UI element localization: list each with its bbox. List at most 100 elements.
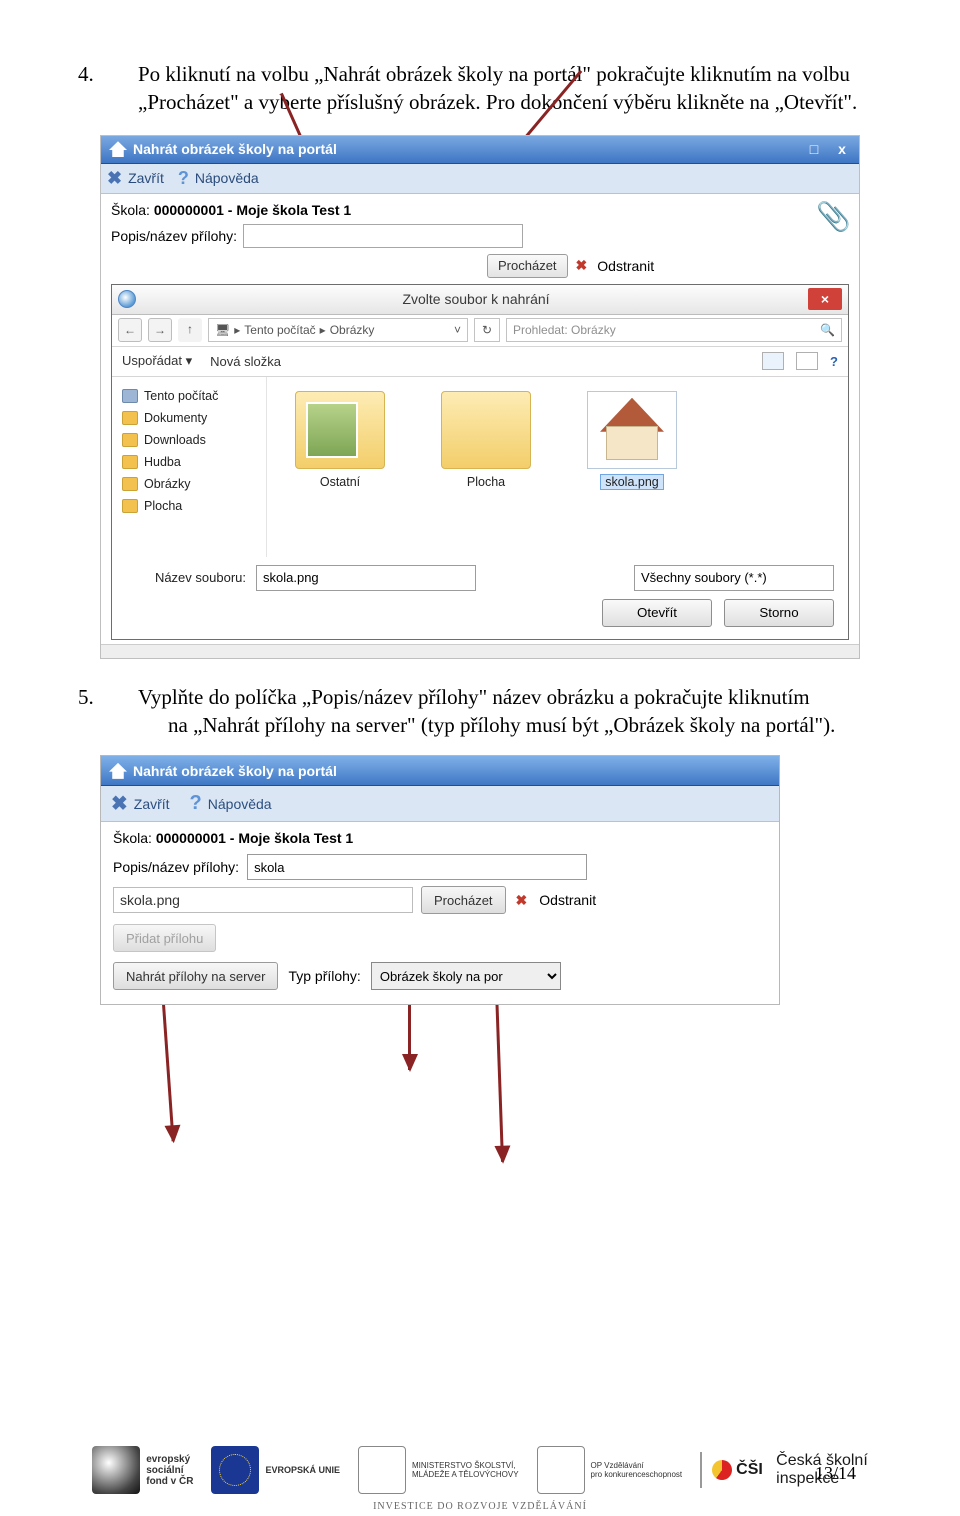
dialog2-toolbar: ✖ Zavřít ? Nápověda	[101, 786, 779, 822]
prochazet-button[interactable]: Procházet	[487, 254, 568, 278]
picker-titlebar: Zvolte soubor k nahrání ×	[112, 285, 848, 315]
close-icon[interactable]: ✖	[107, 168, 122, 189]
file-open-dialog: Zvolte soubor k nahrání × ← → ↑ 🖥▸ Tento…	[111, 284, 849, 640]
folder-icon	[122, 477, 138, 491]
ms-logo: MINISTERSTVO ŠKOLSTVÍ, MLÁDEŽE A TĚLOVÝC…	[358, 1442, 519, 1498]
tree-item[interactable]: Obrázky	[144, 477, 191, 491]
skola-line-2: Škola: 000000001 - Moje škola Test 1	[113, 830, 767, 846]
help-icon[interactable]: ?	[190, 792, 202, 815]
dialog2-title: Nahrát obrázek školy na portál	[133, 763, 337, 779]
step4-text: 4.Po kliknutí na volbu „Nahrát obrázek š…	[100, 60, 860, 117]
remove-icon[interactable]: ✖	[516, 892, 528, 909]
tree-item[interactable]: Downloads	[144, 433, 206, 447]
skola-value: 000000001 - Moje škola Test 1	[154, 202, 351, 218]
napoveda-button[interactable]: Nápověda	[195, 170, 259, 186]
home-icon	[109, 141, 127, 157]
window-close-icon[interactable]: x	[833, 141, 851, 157]
search-icon: 🔍	[820, 323, 835, 337]
open-button[interactable]: Otevřít	[602, 599, 712, 627]
nav-up-button[interactable]: ↑	[178, 318, 202, 342]
add-attachment-button[interactable]: Přidat přílohu	[113, 924, 216, 952]
skola-value: 000000001 - Moje škola Test 1	[156, 830, 353, 846]
skola-label: Škola:	[113, 830, 152, 846]
filename-input[interactable]	[256, 565, 476, 591]
crumb-pc[interactable]: Tento počítač	[244, 323, 315, 337]
tree-item[interactable]: Dokumenty	[144, 411, 207, 425]
remove-icon[interactable]: ✖	[576, 257, 588, 274]
tree-item[interactable]: Plocha	[144, 499, 182, 513]
close-icon[interactable]: ✖	[111, 791, 128, 816]
crumb-folder[interactable]: Obrázky	[330, 323, 375, 337]
step5-num: 5.	[108, 683, 138, 711]
filter-select[interactable]	[634, 565, 834, 591]
tree-item[interactable]: Tento počítač	[144, 389, 218, 403]
popis-label-2: Popis/název přílohy:	[113, 859, 239, 875]
step4-num: 4.	[108, 60, 138, 88]
prochazet-button-2[interactable]: Procházet	[421, 886, 506, 914]
popis-label: Popis/název přílohy:	[111, 228, 237, 244]
nav-back-button[interactable]: ←	[118, 318, 142, 342]
step5-text: 5.Vyplňte do políčka „Popis/název příloh…	[100, 683, 860, 740]
dialog2-titlebar: Nahrát obrázek školy na portál	[101, 756, 779, 786]
dialog-toolbar: ✖ Zavřít ? Nápověda	[101, 164, 859, 194]
screenshot-upload-dialog-2: Nahrát obrázek školy na portál ✖ Zavřít …	[100, 755, 780, 1005]
nav-fwd-button[interactable]: →	[148, 318, 172, 342]
ie-icon	[118, 290, 136, 308]
paperclip-icon: 📎	[816, 200, 851, 233]
step5-body-b: na „Nahrát přílohy na server" (typ přílo…	[168, 713, 835, 737]
skola-line: Škola: 000000001 - Moje škola Test 1	[111, 202, 849, 218]
type-select[interactable]: Obrázek školy na por	[371, 962, 561, 990]
filename-display: skola.png	[113, 887, 413, 913]
step5-body-a: Vyplňte do políčka „Popis/název přílohy"…	[138, 685, 810, 709]
search-placeholder: Prohledat: Obrázky	[513, 323, 616, 337]
picker-title: Zvolte soubor k nahrání	[144, 291, 808, 307]
folder-thumb[interactable]: Ostatní	[285, 391, 395, 489]
folder-icon	[122, 499, 138, 513]
upload-button[interactable]: Nahrát přílohy na server	[113, 962, 278, 990]
preview-pane-icon[interactable]	[796, 352, 818, 370]
odstranit-button[interactable]: Odstranit	[597, 258, 654, 274]
step4-body: Po kliknutí na volbu „Nahrát obrázek ško…	[138, 62, 857, 114]
scrollbar[interactable]	[101, 644, 859, 658]
folder-icon	[122, 411, 138, 425]
skola-label: Škola:	[111, 202, 150, 218]
nova-slozka-button[interactable]: Nová složka	[210, 354, 281, 369]
picker-close-button[interactable]: ×	[808, 288, 842, 310]
picker-file-area[interactable]: Ostatní Plocha skola.png	[267, 377, 848, 557]
pc-icon	[122, 389, 138, 403]
usporadat-menu[interactable]: Uspořádat ▾	[122, 353, 192, 369]
folder-icon	[122, 455, 138, 469]
folder-tree[interactable]: Tento počítač Dokumenty Downloads Hudba …	[112, 377, 267, 557]
op-logo: OP Vzdělávání pro konkurenceschopnost	[537, 1442, 683, 1498]
type-label: Typ přílohy:	[288, 968, 360, 984]
picker-search-input[interactable]: Prohledat: Obrázky 🔍	[506, 318, 842, 342]
refresh-button[interactable]: ↻	[474, 318, 500, 342]
window-maximize-icon[interactable]: □	[805, 141, 823, 157]
cancel-button[interactable]: Storno	[724, 599, 834, 627]
zavrit-button[interactable]: Zavřít	[134, 796, 170, 812]
esf-logo: evropský sociální fond v ČR	[92, 1442, 193, 1498]
filename-label: Název souboru:	[126, 570, 246, 585]
napoveda-button[interactable]: Nápověda	[208, 796, 272, 812]
csi-icon	[712, 1460, 732, 1480]
folder-thumb[interactable]: Plocha	[431, 391, 541, 489]
odstranit-button-2[interactable]: Odstranit	[539, 892, 596, 908]
file-thumb-selected[interactable]: skola.png	[577, 391, 687, 489]
folder-icon	[122, 433, 138, 447]
invest-tagline: INVESTICE DO ROZVOJE VZDĚLÁVÁNÍ	[0, 1501, 960, 1512]
help-icon[interactable]: ?	[178, 168, 189, 189]
view-menu-icon[interactable]	[762, 352, 784, 370]
thumb-label: Ostatní	[320, 475, 360, 489]
dialog-titlebar: Nahrát obrázek školy na portál □ x	[101, 136, 859, 164]
dialog-title: Nahrát obrázek školy na portál	[133, 141, 337, 157]
help-small-icon[interactable]: ?	[830, 354, 838, 369]
page-number: 13/14	[815, 1463, 856, 1484]
zavrit-button[interactable]: Zavřít	[128, 170, 164, 186]
thumb-label: skola.png	[600, 474, 664, 490]
home-icon	[109, 763, 127, 779]
tree-item[interactable]: Hudba	[144, 455, 181, 469]
popis-input[interactable]	[243, 224, 523, 248]
popis-input-2[interactable]	[247, 854, 587, 880]
breadcrumb[interactable]: 🖥▸ Tento počítač▸ Obrázky ˅	[208, 318, 468, 342]
thumb-label: Plocha	[467, 475, 505, 489]
